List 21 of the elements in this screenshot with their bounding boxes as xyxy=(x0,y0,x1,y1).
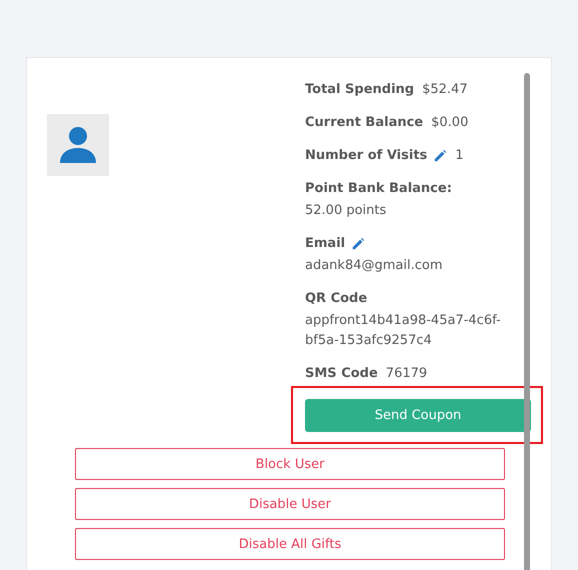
field-value: 52.00 points xyxy=(305,202,386,220)
field-value: 1 xyxy=(455,147,464,165)
danger-button[interactable]: Disable User xyxy=(75,488,505,520)
field-value: $0.00 xyxy=(431,114,468,132)
field-label: Number of Visits xyxy=(305,147,428,165)
field-label: Current Balance xyxy=(305,114,424,132)
field-value: 76179 xyxy=(386,365,428,383)
pencil-icon[interactable] xyxy=(351,237,366,251)
send-coupon-button[interactable]: Send Coupon xyxy=(305,399,531,432)
field-label: Email xyxy=(305,235,346,253)
pencil-icon[interactable] xyxy=(433,149,448,163)
field-value: appfront14b41a98-45a7-4c6f-bf5a-153afc9257c4 xyxy=(305,312,502,350)
field-value: $52.47 xyxy=(422,81,468,99)
field-label: Point Bank Balance: xyxy=(305,180,452,198)
field-label: QR Code xyxy=(305,290,368,308)
field-label: Total Spending xyxy=(305,81,414,99)
person-icon xyxy=(59,127,97,163)
field-value: adank84@gmail.com xyxy=(305,257,442,275)
danger-button[interactable]: Disable All Gifts xyxy=(75,528,505,560)
danger-button[interactable]: Block User xyxy=(75,448,505,480)
field-label: SMS Code xyxy=(305,365,378,383)
